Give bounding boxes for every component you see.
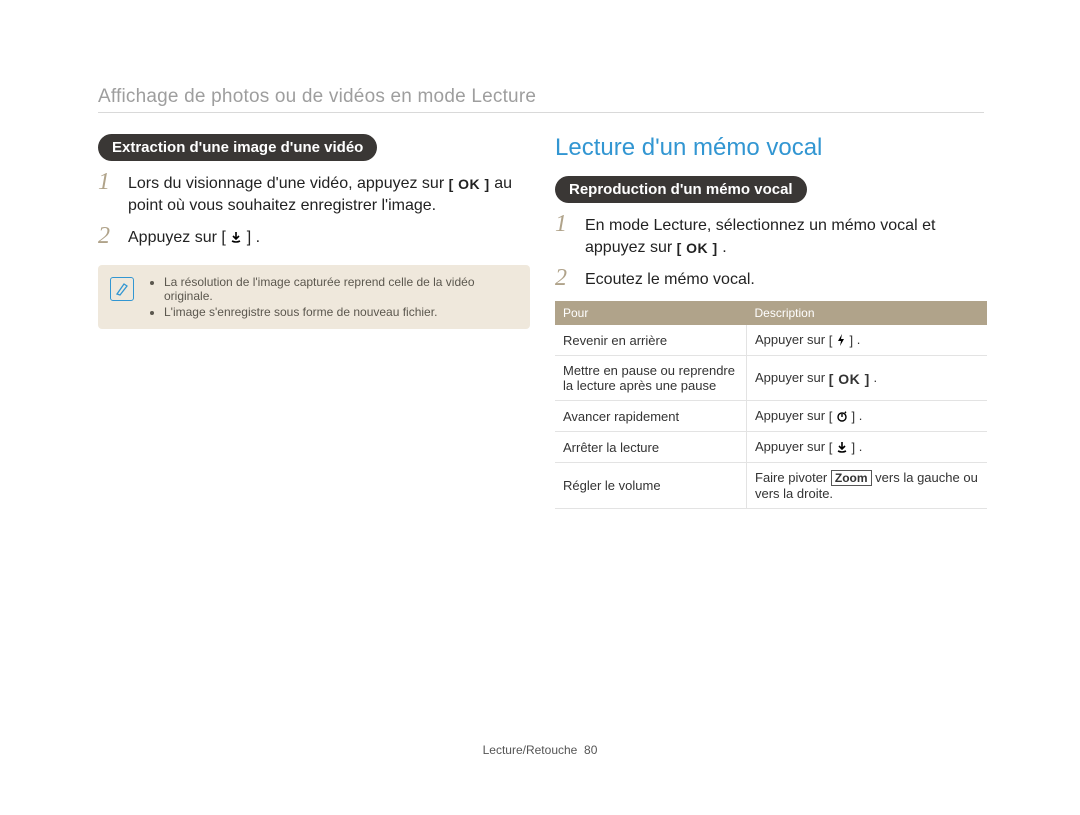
step-number: 1: [555, 213, 567, 235]
left-column: Extraction d'une image d'une vidéo 1 Lor…: [98, 134, 530, 329]
left-step-2: 2 Appuyez sur .: [98, 227, 530, 249]
pill-extraction: Extraction d'une image d'une vidéo: [98, 134, 377, 161]
table-cell: Régler le volume: [555, 463, 747, 509]
ok-icon: OK: [677, 237, 718, 259]
section-title: Lecture d'un mémo vocal: [555, 134, 987, 162]
table-cell: Appuyer sur .: [747, 325, 988, 356]
ok-icon: OK: [449, 173, 490, 195]
step-text: .: [722, 239, 726, 256]
header-rule: [98, 112, 984, 113]
step-text: Ecoutez le mémo vocal.: [585, 271, 755, 288]
table-cell: Avancer rapidement: [555, 401, 747, 432]
cell-text: Faire pivoter: [755, 470, 831, 485]
page-header: Affichage de photos ou de vidéos en mode…: [98, 86, 536, 108]
note-item: L'image s'enregistre sous forme de nouve…: [164, 305, 512, 319]
down-icon: [829, 440, 855, 455]
step-text: En mode Lecture, sélectionnez un mémo vo…: [585, 217, 935, 256]
controls-table: Pour Description Revenir en arrière Appu…: [555, 301, 987, 509]
table-cell: Mettre en pause ou reprendre la lecture …: [555, 356, 747, 401]
step-text: Appuyez sur: [128, 229, 221, 246]
table-row: Revenir en arrière Appuyer sur .: [555, 325, 987, 356]
cell-text: .: [859, 408, 863, 423]
step-number: 2: [98, 225, 110, 247]
table-row: Arrêter la lecture Appuyer sur .: [555, 432, 987, 463]
right-step-1: 1 En mode Lecture, sélectionnez un mémo …: [555, 215, 987, 259]
cell-text: .: [859, 439, 863, 454]
pill-reproduction: Reproduction d'un mémo vocal: [555, 176, 807, 203]
step-number: 1: [98, 171, 110, 193]
step-text: Lors du visionnage d'une vidéo, appuyez …: [128, 175, 449, 192]
table-cell: Appuyer sur .: [747, 401, 988, 432]
footer-section: Lecture/Retouche: [483, 743, 578, 757]
table-cell: Arrêter la lecture: [555, 432, 747, 463]
cell-text: .: [873, 370, 877, 385]
page-number: 80: [584, 743, 597, 757]
page: Affichage de photos ou de vidéos en mode…: [0, 0, 1080, 815]
timer-icon: [829, 409, 855, 424]
step-number: 2: [555, 267, 567, 289]
table-header-pour: Pour: [555, 301, 747, 325]
table-cell: Revenir en arrière: [555, 325, 747, 356]
cell-text: Appuyer sur: [755, 408, 829, 423]
cell-text: Appuyer sur: [755, 370, 829, 385]
table-cell: Appuyer sur OK .: [747, 356, 988, 401]
note-item: La résolution de l'image capturée repren…: [164, 275, 512, 303]
right-step-2: 2 Ecoutez le mémo vocal.: [555, 269, 987, 291]
table-row: Régler le volume Faire pivoter Zoom vers…: [555, 463, 987, 509]
right-column: Lecture d'un mémo vocal Reproduction d'u…: [555, 134, 987, 509]
note-box: La résolution de l'image capturée repren…: [98, 265, 530, 329]
flash-icon: [829, 333, 853, 348]
table-cell: Appuyer sur .: [747, 432, 988, 463]
table-cell: Faire pivoter Zoom vers la gauche ou ver…: [747, 463, 988, 509]
step-text: .: [256, 229, 260, 246]
note-icon: [110, 277, 134, 301]
table-header-description: Description: [747, 301, 988, 325]
left-step-1: 1 Lors du visionnage d'une vidéo, appuye…: [98, 173, 530, 217]
cell-text: Appuyer sur: [755, 439, 829, 454]
zoom-label: Zoom: [831, 470, 872, 486]
table-row: Avancer rapidement Appuyer sur .: [555, 401, 987, 432]
cell-text: Appuyer sur: [755, 332, 829, 347]
page-footer: Lecture/Retouche 80: [0, 743, 1080, 757]
table-row: Mettre en pause ou reprendre la lecture …: [555, 356, 987, 401]
note-list: La résolution de l'image capturée repren…: [152, 275, 512, 319]
down-icon: [221, 227, 251, 249]
cell-text: .: [857, 332, 861, 347]
ok-icon: OK: [829, 371, 870, 387]
